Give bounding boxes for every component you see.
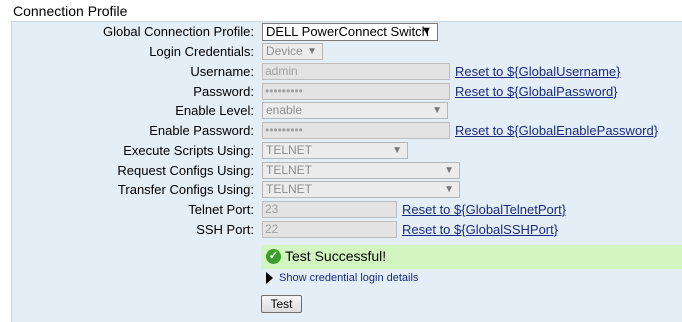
request-configs-value: TELNET bbox=[266, 163, 313, 177]
execute-scripts-value: TELNET bbox=[266, 143, 313, 157]
execute-scripts-label: Execute Scripts Using: bbox=[123, 143, 254, 158]
username-label: Username: bbox=[190, 64, 254, 79]
expand-triangle-icon[interactable] bbox=[266, 272, 273, 284]
enable-level-label: Enable Level: bbox=[175, 103, 254, 118]
enable-level-select[interactable]: enable ▼ bbox=[262, 102, 448, 119]
check-circle-icon: ✓ bbox=[266, 249, 281, 264]
transfer-configs-select[interactable]: TELNET ▼ bbox=[262, 181, 460, 198]
chevron-down-icon: ▼ bbox=[444, 184, 454, 195]
enable-password-input[interactable]: ••••••••• bbox=[262, 122, 450, 139]
execute-scripts-select[interactable]: TELNET ▼ bbox=[262, 142, 408, 159]
transfer-configs-label: Transfer Configs Using: bbox=[117, 182, 254, 197]
login-credentials-label: Login Credentials: bbox=[149, 44, 254, 59]
test-button[interactable]: Test bbox=[261, 295, 302, 313]
password-label: Password: bbox=[193, 84, 254, 99]
enable-level-value: enable bbox=[266, 103, 303, 117]
status-banner: ✓ Test Successful! bbox=[261, 245, 682, 269]
reset-username-link[interactable]: Reset to ${GlobalUsername} bbox=[455, 64, 620, 79]
chevron-down-icon: ▼ bbox=[444, 165, 454, 176]
chevron-down-icon: ▼ bbox=[421, 25, 432, 37]
reset-enable-password-link[interactable]: Reset to ${GlobalEnablePassword} bbox=[455, 123, 658, 138]
chevron-down-icon: ▼ bbox=[432, 105, 442, 116]
ssh-port-input[interactable]: 22 bbox=[262, 221, 397, 238]
show-credential-details-link[interactable]: Show credential login details bbox=[279, 272, 418, 284]
reset-telnet-port-link[interactable]: Reset to ${GlobalTelnetPort} bbox=[402, 202, 566, 217]
username-input[interactable]: admin bbox=[262, 63, 450, 80]
request-configs-select[interactable]: TELNET ▼ bbox=[262, 162, 460, 179]
login-credentials-select[interactable]: Device ▼ bbox=[262, 43, 323, 60]
global-profile-select[interactable]: DELL PowerConnect Switch ▼ bbox=[262, 23, 438, 41]
ssh-port-label: SSH Port: bbox=[196, 222, 254, 237]
reset-password-link[interactable]: Reset to ${GlobalPassword} bbox=[455, 84, 618, 99]
chevron-down-icon: ▼ bbox=[307, 46, 317, 57]
password-input[interactable]: ••••••••• bbox=[262, 83, 450, 100]
telnet-port-label: Telnet Port: bbox=[188, 202, 254, 217]
chevron-down-icon: ▼ bbox=[392, 145, 402, 156]
section-title: Connection Profile bbox=[13, 3, 128, 19]
status-message: Test Successful! bbox=[285, 248, 387, 264]
global-profile-label: Global Connection Profile: bbox=[102, 24, 254, 39]
telnet-port-input[interactable]: 23 bbox=[262, 201, 397, 218]
request-configs-label: Request Configs Using: bbox=[117, 163, 254, 178]
transfer-configs-value: TELNET bbox=[266, 182, 313, 196]
enable-password-label: Enable Password: bbox=[149, 123, 254, 138]
reset-ssh-port-link[interactable]: Reset to ${GlobalSSHPort} bbox=[402, 222, 558, 237]
global-profile-value: DELL PowerConnect Switch bbox=[266, 24, 429, 39]
login-credentials-value: Device bbox=[266, 44, 303, 58]
